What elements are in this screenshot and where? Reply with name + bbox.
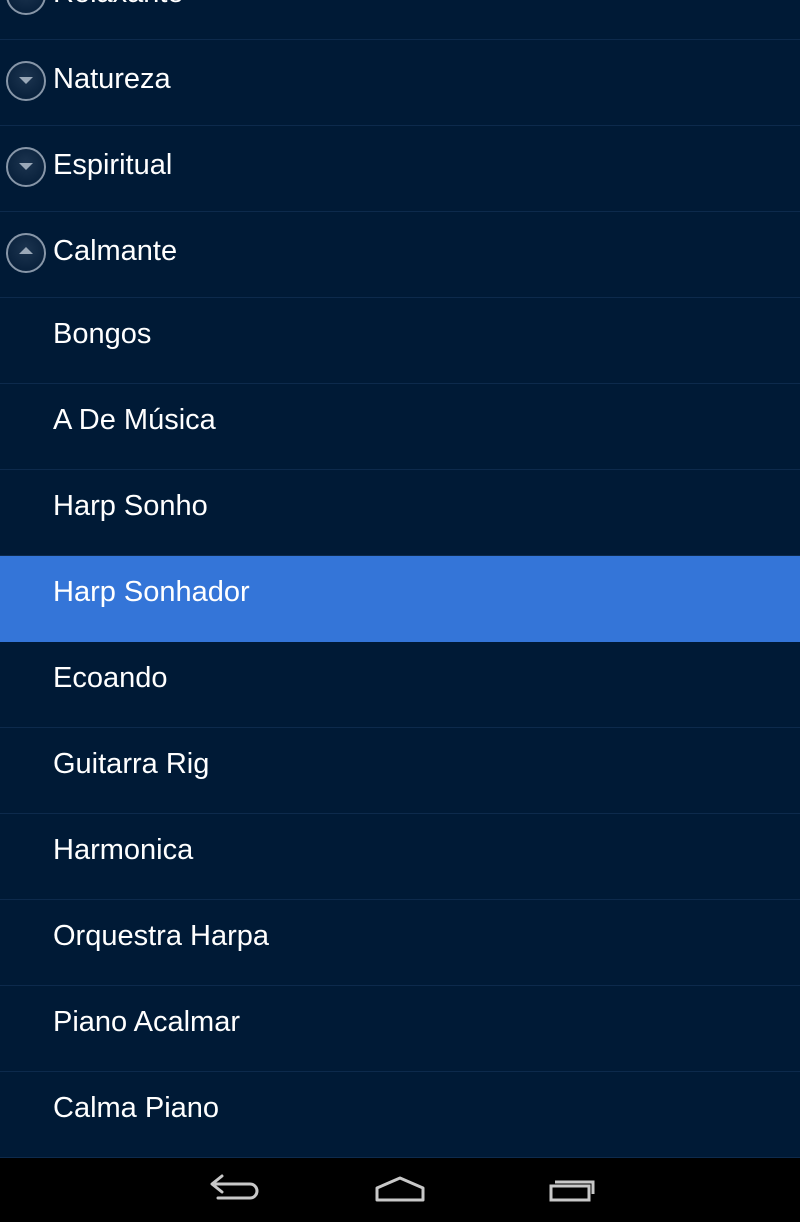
group-espiritual[interactable]: Espiritual: [0, 126, 800, 212]
list-item[interactable]: A De Música: [0, 384, 800, 470]
list-item[interactable]: Calma Piano: [0, 1072, 800, 1158]
list-item-label: Ecoando: [53, 661, 168, 694]
list-item-label: Calma Piano: [53, 1091, 220, 1124]
list-item-label: A De Música: [53, 403, 216, 436]
home-button[interactable]: [360, 1166, 440, 1214]
group-label: Natureza: [53, 62, 171, 95]
list-item-label: Harp Sonhador: [53, 575, 250, 608]
list-item-label: Harmonica: [53, 833, 194, 866]
list-item-label: Orquestra Harpa: [53, 919, 269, 952]
list-item-selected[interactable]: Harp Sonhador: [0, 556, 800, 642]
home-icon: [375, 1176, 425, 1202]
group-label: Espiritual: [53, 148, 173, 181]
recent-apps-button[interactable]: [531, 1166, 611, 1214]
list-item[interactable]: Harp Sonho: [0, 470, 800, 556]
group-label: Relaxante: [53, 0, 184, 10]
expand-icon[interactable]: [6, 0, 46, 15]
group-natureza[interactable]: Natureza: [0, 40, 800, 126]
list-item-label: Piano Acalmar: [53, 1005, 240, 1038]
recent-apps-icon: [549, 1180, 595, 1202]
group-label: Calmante: [53, 234, 178, 267]
collapse-icon[interactable]: [6, 232, 46, 273]
app-screen: Relaxante Natureza Espiritual Calmante B…: [0, 0, 800, 1222]
list-item[interactable]: Harmonica: [0, 814, 800, 900]
expand-icon[interactable]: [6, 60, 46, 101]
list-item[interactable]: Guitarra Rig: [0, 728, 800, 814]
list-item-label: Harp Sonho: [53, 489, 208, 522]
list-item[interactable]: Piano Acalmar: [0, 986, 800, 1072]
list-item-label: Bongos: [53, 317, 152, 350]
expandable-list[interactable]: Relaxante Natureza Espiritual Calmante B…: [0, 0, 800, 1158]
list-item[interactable]: Orquestra Harpa: [0, 900, 800, 986]
back-button[interactable]: [190, 1166, 270, 1214]
list-item-label: Guitarra Rig: [53, 747, 210, 780]
back-icon: [210, 1174, 259, 1200]
group-relaxante[interactable]: Relaxante: [0, 0, 800, 40]
list-item[interactable]: Ecoando: [0, 642, 800, 728]
expand-icon[interactable]: [6, 146, 46, 187]
system-navigation-bar: [0, 1158, 800, 1222]
list-item[interactable]: Bongos: [0, 298, 800, 384]
group-calmante[interactable]: Calmante: [0, 212, 800, 298]
